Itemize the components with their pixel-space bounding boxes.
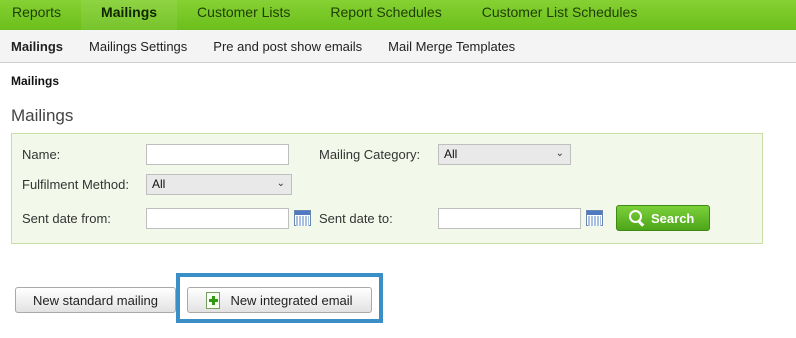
fulfilment-method-select[interactable]: All ⌄ bbox=[146, 174, 292, 195]
nav-tab-customer-lists[interactable]: Customer Lists bbox=[177, 0, 310, 30]
calendar-icon[interactable] bbox=[586, 210, 603, 226]
search-button-label: Search bbox=[651, 210, 695, 226]
mailing-category-label: Mailing Category: bbox=[319, 147, 421, 162]
calendar-icon[interactable] bbox=[294, 210, 311, 226]
new-standard-mailing-button[interactable]: New standard mailing bbox=[15, 287, 176, 313]
add-document-icon bbox=[206, 291, 221, 309]
page-title: Mailings bbox=[11, 106, 74, 125]
name-label: Name: bbox=[22, 147, 61, 162]
name-input[interactable] bbox=[146, 144, 289, 165]
subnav-mailings-settings[interactable]: Mailings Settings bbox=[76, 39, 200, 54]
chevron-down-icon: ⌄ bbox=[276, 178, 285, 189]
mailing-category-value: All bbox=[444, 147, 458, 161]
top-nav: Reports Mailings Customer Lists Report S… bbox=[0, 0, 796, 30]
mailing-category-select[interactable]: All ⌄ bbox=[438, 144, 571, 165]
sent-date-to-input[interactable] bbox=[438, 208, 581, 229]
chevron-down-icon: ⌄ bbox=[555, 148, 564, 159]
fulfilment-method-label: Fulfilment Method: bbox=[22, 177, 129, 192]
sent-date-from-input[interactable] bbox=[146, 208, 289, 229]
subnav-pre-post-show-emails[interactable]: Pre and post show emails bbox=[200, 39, 375, 54]
fulfilment-method-value: All bbox=[152, 177, 166, 191]
search-button[interactable]: Search bbox=[616, 205, 710, 231]
new-integrated-email-button[interactable]: New integrated email bbox=[187, 287, 372, 313]
subnav-mailings[interactable]: Mailings bbox=[0, 39, 76, 54]
breadcrumb: Mailings bbox=[11, 74, 60, 88]
nav-tab-report-schedules[interactable]: Report Schedules bbox=[310, 0, 461, 30]
sent-date-to-label: Sent date to: bbox=[319, 211, 393, 226]
nav-tab-customer-list-schedules[interactable]: Customer List Schedules bbox=[462, 0, 658, 30]
sent-date-from-label: Sent date from: bbox=[22, 211, 111, 226]
sub-nav: Mailings Mailings Settings Pre and post … bbox=[0, 30, 796, 63]
new-standard-mailing-label: New standard mailing bbox=[32, 292, 158, 308]
nav-tab-reports[interactable]: Reports bbox=[0, 0, 81, 30]
subnav-mail-merge-templates[interactable]: Mail Merge Templates bbox=[375, 39, 528, 54]
new-integrated-email-label: New integrated email bbox=[230, 292, 353, 308]
nav-tab-mailings[interactable]: Mailings bbox=[81, 0, 178, 30]
search-icon bbox=[629, 210, 645, 226]
